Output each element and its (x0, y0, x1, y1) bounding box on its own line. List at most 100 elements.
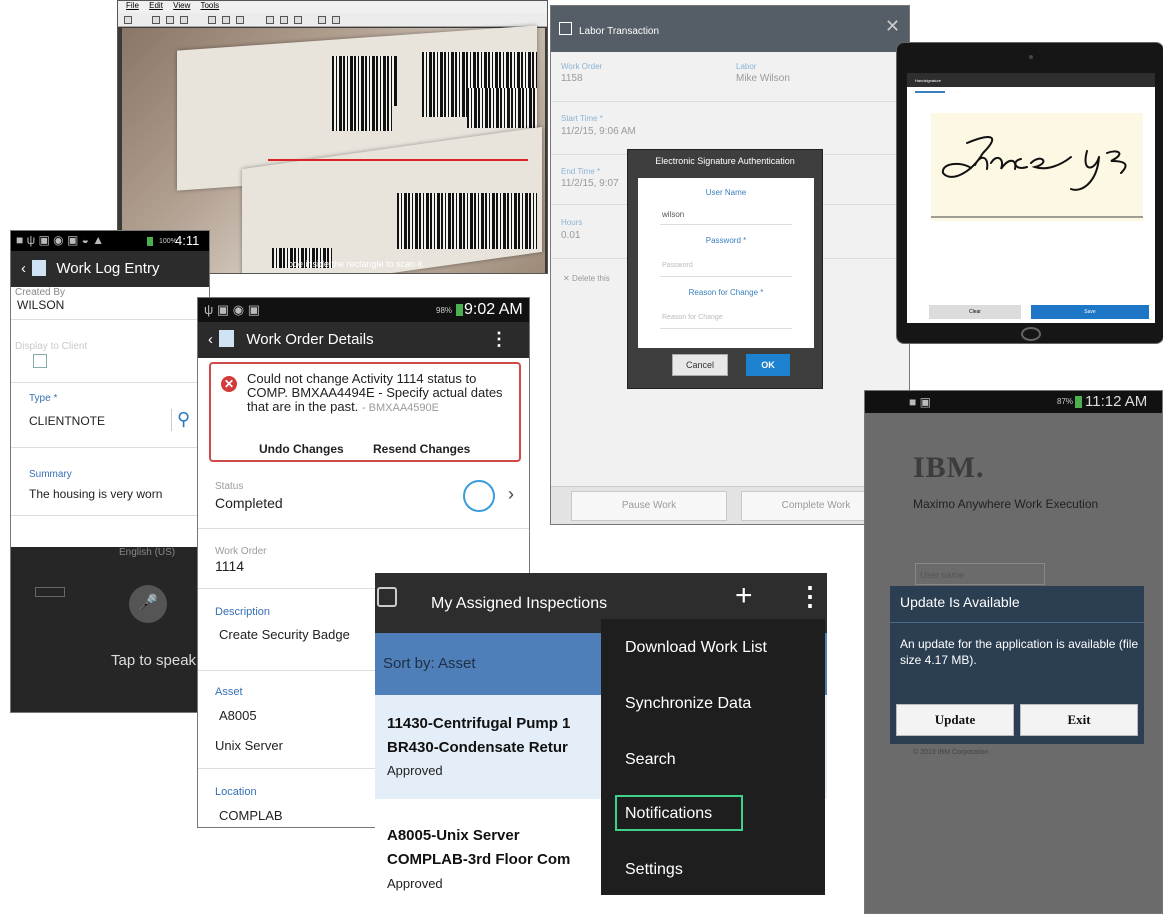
dialog-message: An update for the application is availab… (900, 637, 1139, 667)
menu-view[interactable]: View (173, 1, 190, 10)
reason-input[interactable]: Reason for Change (662, 314, 723, 321)
search-icon[interactable]: ⚲ (177, 409, 190, 430)
delete-labor-button[interactable]: ✕ Delete this (563, 274, 610, 283)
overflow-menu-icon[interactable]: ⋮ (490, 329, 508, 350)
ibm-logo: IBM. (913, 451, 985, 484)
work-order-value: 1114 (215, 558, 245, 574)
scan-hint: ode inside the rectangle to scan it. (288, 259, 425, 269)
help-icon[interactable] (332, 16, 340, 24)
item-subtitle: COMPLAB-3rd Floor Com (387, 851, 571, 868)
battery-percent: 98% (436, 306, 453, 315)
timer-icon[interactable] (463, 480, 495, 512)
menu-notifications[interactable]: Notifications (625, 805, 712, 823)
camera-icon[interactable] (266, 16, 274, 24)
menu-tools[interactable]: Tools (200, 1, 219, 10)
refresh-icon[interactable] (318, 16, 326, 24)
display-to-client-checkbox[interactable] (33, 354, 47, 368)
divider (890, 622, 1144, 623)
divider (11, 447, 209, 448)
divider (11, 382, 209, 383)
user-name-input[interactable]: wilson (662, 210, 684, 219)
signature-dialog: Electronic Signature Authentication User… (627, 149, 823, 389)
menu-bar: File Edit View Tools (118, 1, 547, 13)
resend-changes-button[interactable]: Resend Changes (373, 442, 470, 456)
item-title: A8005-Unix Server (387, 827, 520, 844)
menu-file[interactable]: File (126, 1, 139, 10)
update-button[interactable]: Update (896, 704, 1014, 736)
notification-icons: ■ ψ ▣ ◉ ▣ ◒ ▲ (16, 233, 105, 247)
back-icon[interactable]: ‹ (21, 260, 26, 277)
created-by-value: WILSON (17, 298, 65, 312)
labor-label: Labor (736, 62, 757, 71)
barcode (332, 103, 392, 131)
page-title: Labor Transaction (579, 26, 660, 37)
created-by-label: Created By (15, 287, 66, 298)
location-label: Location (215, 786, 257, 798)
undo-changes-button[interactable]: Undo Changes (259, 442, 344, 456)
overflow-menu: Download Work List Synchronize Data Sear… (601, 619, 825, 895)
end-time-value[interactable]: 11/2/15, 9:07 (561, 178, 619, 189)
work-log-form: Created By WILSON Display to Client Type… (11, 287, 209, 547)
stop-icon[interactable] (124, 16, 132, 24)
item-subtitle: BR430-Condensate Retur (387, 739, 568, 756)
exit-button[interactable]: Exit (1020, 704, 1138, 736)
cut-icon[interactable] (208, 16, 216, 24)
item-status: Approved (387, 876, 443, 891)
divider (551, 101, 909, 102)
scan-icon[interactable] (280, 16, 288, 24)
work-order-value: 1158 (561, 73, 583, 84)
password-input[interactable]: Password (662, 262, 693, 269)
status-label: Status (215, 481, 244, 492)
overflow-menu-icon[interactable]: ⋮ (797, 581, 823, 612)
hours-label: Hours (561, 218, 583, 227)
clock: 11:12 AM (1085, 393, 1148, 410)
chevron-right-icon[interactable]: › (508, 484, 514, 505)
save-button[interactable]: Save (1031, 305, 1149, 319)
microphone-icon[interactable]: 🎤 (129, 585, 167, 623)
signature-header: Handsignature (907, 73, 1155, 87)
pause-work-button[interactable]: Pause Work (571, 491, 727, 521)
settings-icon[interactable] (294, 16, 302, 24)
document-icon (559, 22, 572, 35)
error-message: Could not change Activity 1114 status to… (247, 372, 517, 415)
print-icon[interactable] (180, 16, 188, 24)
menu-download-work-list[interactable]: Download Work List (625, 639, 767, 657)
work-order-label: Work Order (561, 62, 603, 71)
copy-icon[interactable] (222, 16, 230, 24)
divider (11, 319, 209, 320)
save-icon[interactable] (166, 16, 174, 24)
item-status: Approved (387, 763, 443, 778)
menu-settings[interactable]: Settings (625, 861, 683, 879)
divider (198, 528, 529, 529)
type-value[interactable]: CLIENTNOTE (29, 414, 105, 428)
divider (171, 409, 172, 431)
clear-button[interactable]: Clear (929, 305, 1021, 319)
start-time-value[interactable]: 11/2/15, 9:06 AM (561, 126, 636, 137)
menu-edit[interactable]: Edit (149, 1, 163, 10)
page-title[interactable]: My Assigned Inspections (431, 595, 607, 613)
open-icon[interactable] (152, 16, 160, 24)
menu-search[interactable]: Search (625, 751, 676, 769)
close-icon[interactable]: ✕ (885, 16, 900, 37)
back-icon[interactable]: ‹ (208, 331, 213, 348)
tap-to-speak: Tap to speak (111, 652, 197, 669)
dialog-body: User Name wilson Password * Password Rea… (638, 178, 814, 348)
summary-value[interactable]: The housing is very worn (29, 487, 162, 501)
cancel-button[interactable]: Cancel (672, 354, 728, 376)
signature-pad[interactable] (931, 113, 1143, 221)
app-header: ‹ Work Log Entry (11, 251, 209, 287)
dialog-title: Electronic Signature Authentication (655, 156, 795, 166)
paste-icon[interactable] (236, 16, 244, 24)
ok-button[interactable]: OK (746, 354, 790, 376)
password-label: Password * (705, 236, 747, 245)
menu-synchronize-data[interactable]: Synchronize Data (625, 695, 751, 713)
language-selector[interactable]: English (US) (119, 547, 175, 558)
keyboard-icon[interactable] (35, 587, 65, 597)
sort-selector[interactable]: Sort by: Asset (383, 655, 476, 672)
add-icon[interactable]: + (735, 579, 753, 613)
location-value: COMPLAB (219, 808, 283, 823)
user-name-input[interactable]: User name (915, 563, 1045, 585)
home-button[interactable] (1021, 327, 1041, 341)
description-label: Description (215, 606, 271, 618)
camera-dot (1029, 55, 1033, 59)
